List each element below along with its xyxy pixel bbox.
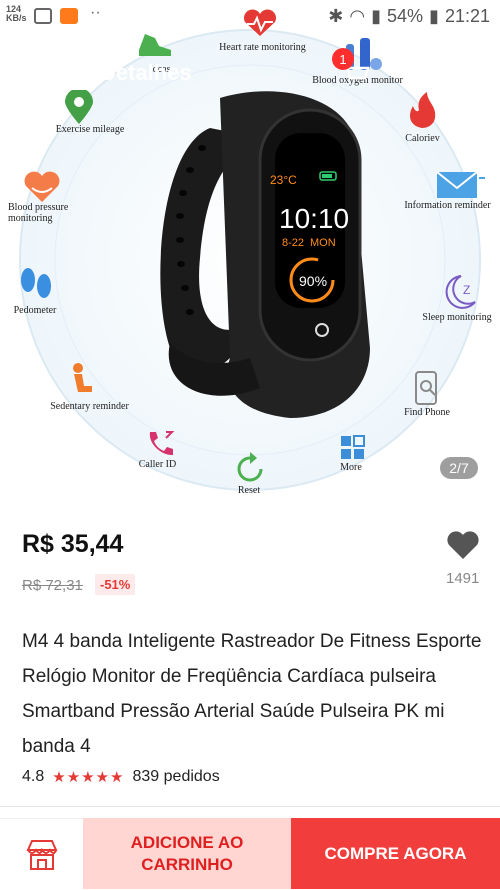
feature-caller-id: Caller ID [138, 459, 177, 470]
more-vertical-icon [463, 59, 469, 83]
rating-value: 4.8 [22, 768, 45, 785]
watch-day: MON [310, 237, 336, 249]
page-title: Detalhes [100, 60, 192, 85]
orders-count: 839 pedidos [132, 768, 220, 785]
favorite-count: 1491 [446, 570, 480, 587]
rating-row[interactable]: 4.8 ★★★★★ 839 pedidos [22, 768, 220, 786]
buy-now-button[interactable]: COMPRE AGORA [291, 818, 500, 889]
sitting-person-icon [73, 363, 92, 392]
back-button[interactable] [26, 56, 52, 89]
feature-information-reminder: Information reminder [404, 200, 491, 211]
battery-percent: 54% [387, 6, 424, 26]
feature-heart-rate: Heart rate monitoring [219, 42, 306, 53]
watch-date: 8-22 [282, 237, 304, 249]
reset-icon [237, 452, 263, 482]
clock: 21:21 [444, 6, 490, 26]
product-image-gallery[interactable]: 23°C 10:10 8-22 MON 90% Heart rate monit… [0, 0, 500, 510]
network-speed-unit: KB/s [6, 13, 27, 23]
feature-reset: Reset [237, 485, 261, 496]
feature-sedentary-reminder: Sedentary reminder [50, 401, 129, 412]
smart-band-image: 23°C 10:10 8-22 MON 90% [160, 91, 370, 418]
feature-pedometer: Pedometer [13, 305, 57, 316]
product-title: M4 4 banda Inteligente Rastreador De Fit… [22, 631, 482, 757]
phone-search-icon [415, 371, 437, 405]
grid-icon [341, 435, 365, 459]
original-price: R$ 72,31 [22, 577, 83, 594]
add-to-cart-button[interactable]: ADICIONE AO CARRINHO [83, 818, 291, 889]
battery-icon: ▮ [429, 6, 439, 26]
rating-stars: ★★★★★ [52, 769, 125, 786]
cart-badge: 1 [332, 48, 354, 70]
sleep-icon: Z [445, 275, 476, 309]
signal-icon: ▮ [371, 6, 382, 26]
footprints-icon [21, 268, 51, 298]
caller-id-icon [149, 431, 175, 456]
more-notifications-icon: ·· [90, 4, 101, 21]
svg-text:Z: Z [463, 283, 470, 297]
blood-pressure-icon [24, 171, 60, 202]
watch-percent: 90% [299, 273, 327, 289]
current-price: R$ 35,44 [22, 530, 124, 558]
flame-icon [410, 92, 436, 128]
store-icon [25, 839, 58, 870]
feature-blood-pressure: Blood pressure monitoring [8, 202, 69, 224]
share-button[interactable] [388, 58, 414, 91]
watch-time: 10:10 [279, 203, 349, 234]
envelope-icon [436, 171, 485, 198]
price-block: R$ 35,44 [22, 530, 123, 559]
favorite-button[interactable] [446, 530, 480, 564]
status-bar: 124 KB/s ·· ✱ ◠ ▮ 54% ▮ 21:21 [0, 0, 500, 34]
feature-calories: Caloriev [405, 133, 440, 144]
feature-sleep-monitoring: Sleep monitoring [422, 312, 492, 323]
bottom-action-bar: ADICIONE AO CARRINHO COMPRE AGORA [0, 818, 500, 890]
discount-badge: -51% [95, 574, 136, 595]
back-arrow-icon [27, 58, 48, 80]
status-right: ✱ ◠ ▮ 54% ▮ 21:21 [328, 6, 490, 27]
store-button[interactable] [0, 818, 83, 890]
network-speed: 124 KB/s [6, 5, 30, 23]
wifi-icon: ◠ [349, 6, 366, 26]
share-icon [391, 60, 411, 82]
feature-exercise-mileage: Exercise mileage [55, 124, 125, 135]
bluetooth-icon: ✱ [328, 6, 344, 26]
heart-icon [447, 531, 479, 559]
feature-find-phone: Find Phone [404, 407, 450, 418]
feature-more: More [340, 462, 362, 473]
divider [0, 806, 500, 807]
watch-temp: 23°C [270, 173, 297, 187]
image-page-indicator: 2/7 [440, 457, 478, 479]
more-options-button[interactable] [460, 58, 472, 91]
notes-icon [34, 8, 52, 24]
app-notification-icon [60, 8, 78, 24]
map-pin-icon [65, 90, 93, 124]
